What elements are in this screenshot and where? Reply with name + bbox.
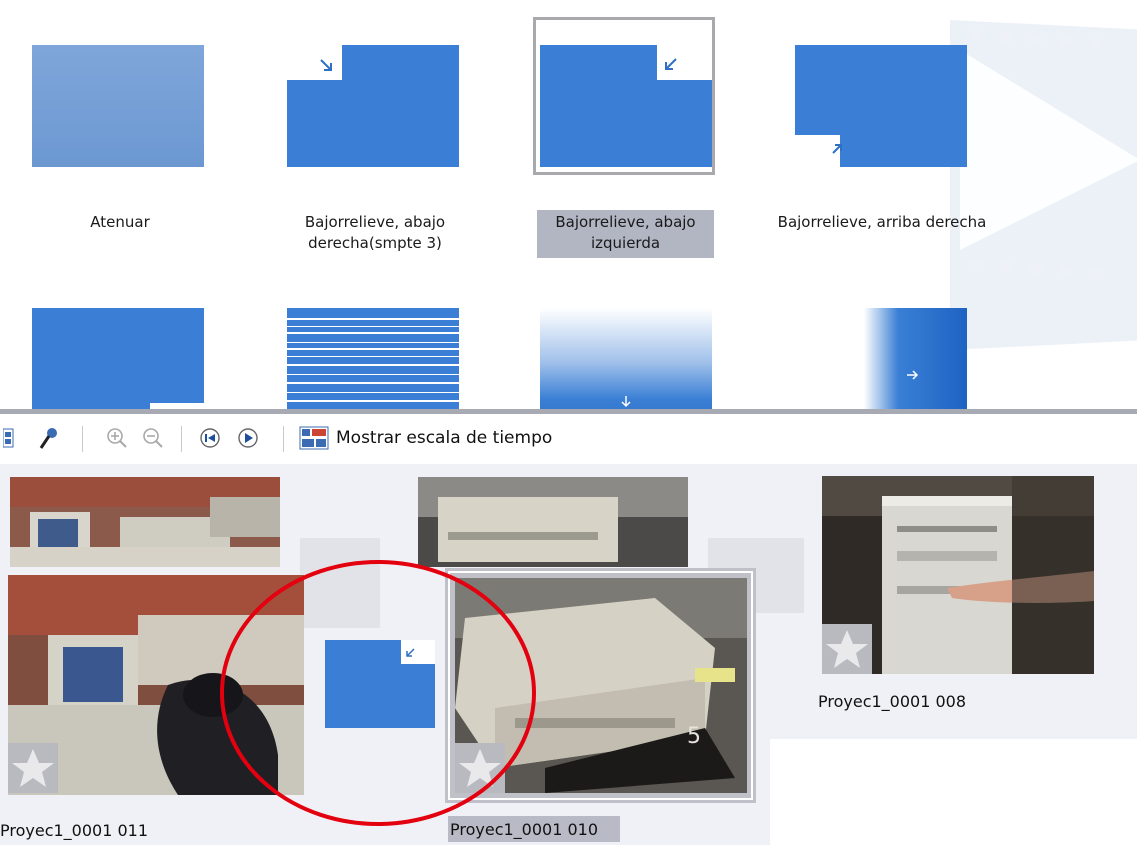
wipe-down-tile-icon (540, 308, 712, 412)
transition-label-emboss-down-left: Bajorrelieve, abajo izquierda (537, 210, 714, 258)
transition-emboss-down-right[interactable] (287, 45, 459, 167)
show-timeline-label: Mostrar escala de tiempo (336, 428, 553, 448)
clip-thumbnail-back-011[interactable] (10, 477, 280, 567)
transition-emboss-down-left[interactable] (540, 45, 712, 167)
play-icon[interactable] (236, 424, 260, 452)
fade-tile-icon (32, 45, 204, 167)
transition-bars[interactable] (287, 308, 459, 412)
clip-thumbnail-back-010[interactable] (418, 477, 688, 567)
zoom-in-icon[interactable] (104, 424, 130, 452)
narrate-microphone-icon[interactable] (34, 424, 62, 452)
transition-label-fade: Atenuar (90, 213, 150, 231)
toolbar-separator (181, 426, 182, 452)
zoom-out-icon[interactable] (140, 424, 166, 452)
star-icon (822, 624, 872, 674)
horizontal-bars-tile-icon (287, 308, 459, 412)
show-timeline-button[interactable]: Mostrar escala de tiempo (298, 424, 658, 452)
emboss-up-right-tile-icon (795, 45, 967, 167)
clip-thumbnail-008[interactable] (822, 476, 1094, 674)
clip-label-008: Proyec1_0001 008 (818, 692, 967, 711)
transition-fade[interactable] (32, 45, 204, 167)
video-frame-office (10, 477, 280, 567)
storyboard-icon[interactable] (0, 424, 20, 452)
clip-label-011: Proyec1_0001 011 (0, 821, 149, 840)
svg-text:5: 5 (687, 724, 701, 749)
transition-label-emboss-down-right: Bajorrelieve, abajo derecha(smpte 3) (304, 213, 446, 252)
video-frame-disk-drive (418, 477, 688, 567)
wipe-right-tile-icon (795, 308, 967, 412)
transition-wipe-right[interactable] (795, 308, 967, 412)
emboss-tile-icon (32, 308, 204, 412)
transition-wipe-down[interactable] (540, 308, 712, 412)
transition-emboss-variant[interactable] (32, 308, 204, 412)
emboss-down-left-tile-icon (540, 45, 712, 167)
toolbar-separator (82, 426, 83, 452)
transition-gallery: Atenuar Bajorrelieve, abajo derecha(smpt… (0, 0, 1137, 412)
toolbar-separator (283, 426, 284, 452)
rewind-icon[interactable] (198, 424, 222, 452)
storyboard-toolbar: Mostrar escala de tiempo (0, 414, 1137, 464)
timeline-toggle-icon (299, 426, 329, 450)
transition-label-emboss-up-right: Bajorrelieve, arriba derecha (777, 213, 987, 231)
transition-emboss-up-right[interactable] (795, 45, 967, 167)
emboss-down-right-tile-icon (287, 45, 459, 167)
star-icon (8, 743, 58, 793)
red-annotation-circle (220, 560, 536, 826)
